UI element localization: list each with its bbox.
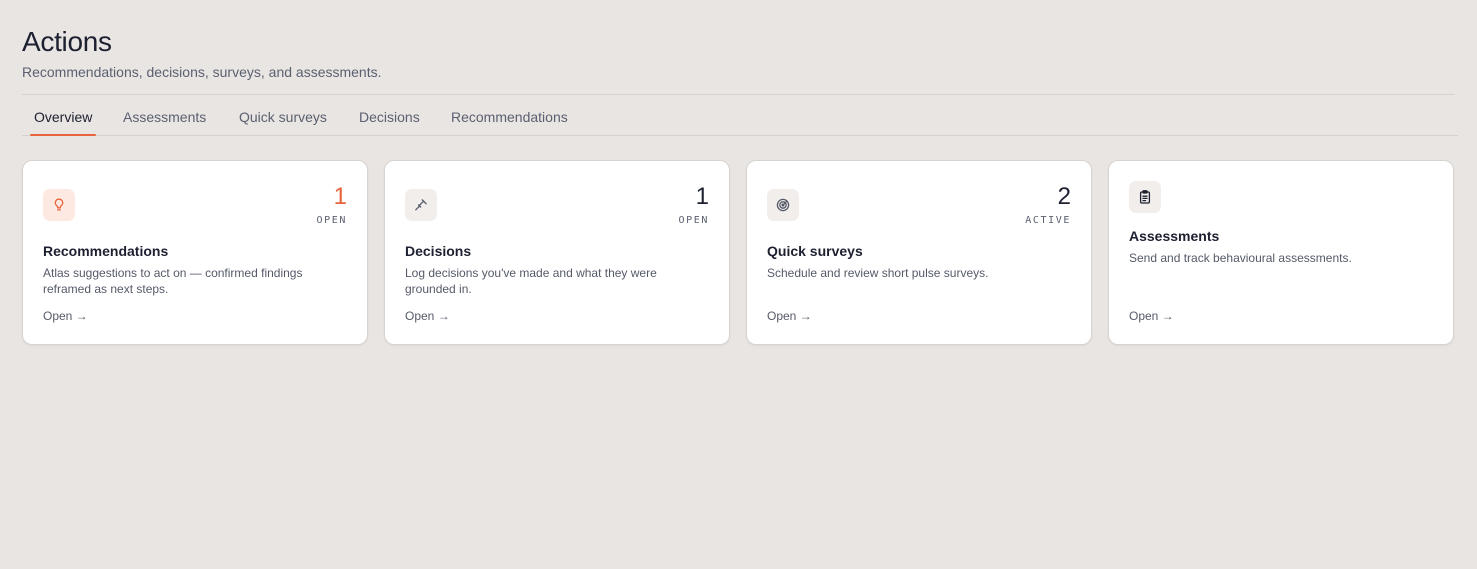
card-assessments[interactable]: Assessments Send and track behavioural a… (1108, 160, 1454, 345)
decisions-count-label: OPEN (678, 215, 709, 226)
open-decisions-link[interactable]: Open → (405, 309, 450, 323)
recommendations-count: 1 (333, 183, 347, 210)
card-decisions[interactable]: 1 OPEN Decisions Log decisions you've ma… (384, 160, 730, 345)
card-title: Quick surveys (767, 243, 863, 259)
tab-bar: Overview Assessments Quick surveys Decis… (22, 95, 1458, 136)
lightbulb-icon (43, 189, 75, 221)
tab-assessments[interactable]: Assessments (119, 95, 210, 135)
card-description: Schedule and review short pulse surveys. (767, 266, 989, 280)
page-title: Actions (22, 26, 112, 57)
quick-surveys-count: 2 (1057, 183, 1071, 210)
tab-recommendations[interactable]: Recommendations (447, 95, 572, 135)
tab-decisions[interactable]: Decisions (355, 95, 424, 135)
card-description: Atlas suggestions to act on — confirmed … (43, 266, 303, 296)
recommendations-count-label: OPEN (316, 215, 347, 226)
page-subtitle: Recommendations, decisions, surveys, and… (22, 64, 382, 80)
card-title: Assessments (1129, 228, 1220, 244)
decisions-count: 1 (695, 183, 709, 210)
card-description: Log decisions you've made and what they … (405, 266, 657, 296)
tab-overview[interactable]: Overview (30, 95, 97, 136)
tab-quick-surveys[interactable]: Quick surveys (235, 95, 331, 135)
card-title: Decisions (405, 243, 472, 259)
open-quick-surveys-link[interactable]: Open → (767, 309, 812, 323)
open-assessments-link[interactable]: Open → (1129, 309, 1174, 323)
quick-surveys-count-label: ACTIVE (1025, 215, 1071, 226)
card-title: Recommendations (43, 243, 169, 259)
clipboard-icon (1129, 181, 1161, 213)
card-quick-surveys[interactable]: 2 ACTIVE Quick surveys Schedule and revi… (746, 160, 1092, 345)
open-recommendations-link[interactable]: Open → (43, 309, 88, 323)
radar-icon (767, 189, 799, 221)
card-description: Send and track behavioural assessments. (1129, 251, 1352, 265)
card-recommendations[interactable]: 1 OPEN Recommendations Atlas suggestions… (22, 160, 368, 345)
gavel-icon (405, 189, 437, 221)
